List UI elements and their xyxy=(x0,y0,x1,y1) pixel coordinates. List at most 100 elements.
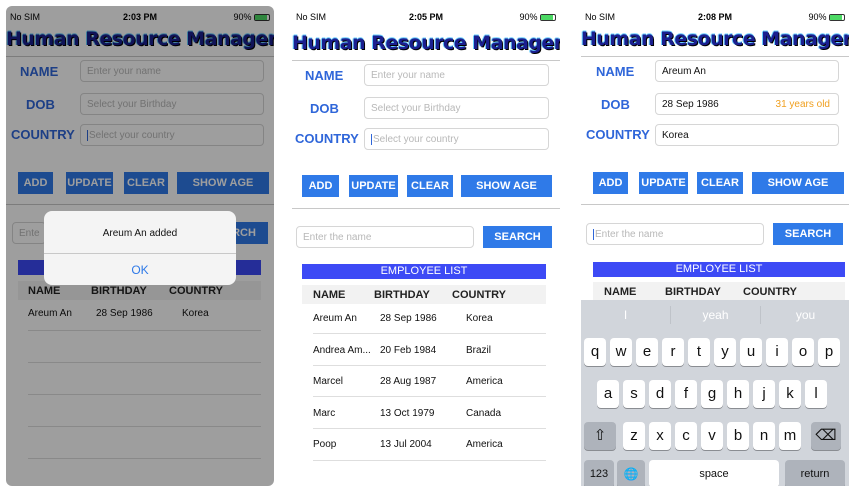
age-value: 31 years old xyxy=(775,99,830,110)
divider xyxy=(292,208,560,209)
name-field[interactable]: Enter your name xyxy=(364,64,549,86)
cell-country: America xyxy=(466,439,503,450)
key-w[interactable]: w xyxy=(610,338,632,366)
cell-birthday: 28 Aug 1987 xyxy=(380,376,437,387)
row-divider xyxy=(313,428,546,429)
shift-key[interactable]: ⇧ xyxy=(584,422,616,450)
table-header: NAME BIRTHDAY COUNTRY xyxy=(302,285,546,304)
key-s[interactable]: s xyxy=(623,380,645,408)
dob-field[interactable]: Select your Birthday xyxy=(364,97,549,119)
key-u[interactable]: u xyxy=(740,338,762,366)
key-v[interactable]: v xyxy=(701,422,723,450)
cell-birthday: 13 Oct 1979 xyxy=(380,408,435,419)
column-country: COUNTRY xyxy=(743,286,797,298)
search-input[interactable]: Enter the name xyxy=(586,223,764,245)
key-c[interactable]: c xyxy=(675,422,697,450)
return-key[interactable]: return xyxy=(785,460,845,486)
key-p[interactable]: p xyxy=(818,338,840,366)
alert-ok-button[interactable]: OK xyxy=(44,253,236,285)
globe-icon[interactable]: 🌐 xyxy=(617,460,645,486)
numbers-key[interactable]: 123 xyxy=(584,460,614,486)
search-button[interactable]: SEARCH xyxy=(483,226,552,248)
name-field[interactable]: Areum An xyxy=(655,60,839,82)
text-caret xyxy=(593,229,594,240)
battery-indicator: 90% xyxy=(808,12,845,22)
alert-message: Areum An added xyxy=(102,228,178,239)
cell-birthday: 28 Sep 1986 xyxy=(380,313,437,324)
key-n[interactable]: n xyxy=(753,422,775,450)
key-e[interactable]: e xyxy=(636,338,658,366)
search-input[interactable]: Enter the name xyxy=(296,226,474,248)
show-age-button[interactable]: SHOW AGE xyxy=(752,172,844,194)
key-a[interactable]: a xyxy=(597,380,619,408)
key-m[interactable]: m xyxy=(779,422,801,450)
status-bar: No SIM 2:08 PM 90% xyxy=(581,12,849,26)
row-divider xyxy=(313,396,546,397)
add-button[interactable]: ADD xyxy=(302,175,339,197)
cell-name: Marcel xyxy=(313,376,344,387)
show-age-button[interactable]: SHOW AGE xyxy=(461,175,552,197)
clear-button[interactable]: CLEAR xyxy=(697,172,743,194)
key-g[interactable]: g xyxy=(701,380,723,408)
text-caret xyxy=(371,134,372,145)
dob-value: 28 Sep 1986 xyxy=(662,99,719,110)
key-t[interactable]: t xyxy=(688,338,710,366)
name-label: NAME xyxy=(305,68,344,83)
key-k[interactable]: k xyxy=(779,380,801,408)
key-f[interactable]: f xyxy=(675,380,697,408)
employee-list-header: EMPLOYEE LIST xyxy=(302,264,546,279)
update-button[interactable]: UPDATE xyxy=(349,175,398,197)
clear-button[interactable]: CLEAR xyxy=(407,175,453,197)
key-h[interactable]: h xyxy=(727,380,749,408)
search-button[interactable]: SEARCH xyxy=(773,223,843,245)
suggestion-2[interactable]: yeah xyxy=(671,308,760,322)
cell-name: Marc xyxy=(313,408,336,419)
row-divider xyxy=(313,333,546,334)
divider xyxy=(292,60,560,61)
status-bar: No SIM 2:05 PM 90% xyxy=(292,12,560,26)
update-button[interactable]: UPDATE xyxy=(639,172,688,194)
space-key[interactable]: space xyxy=(649,460,779,486)
key-q[interactable]: q xyxy=(584,338,606,366)
key-i[interactable]: i xyxy=(766,338,788,366)
divider xyxy=(581,204,849,205)
key-d[interactable]: d xyxy=(649,380,671,408)
key-z[interactable]: z xyxy=(623,422,645,450)
country-field[interactable]: Korea xyxy=(655,124,839,146)
row-divider xyxy=(313,365,546,366)
country-field[interactable]: Select your country xyxy=(364,128,549,150)
column-name: NAME xyxy=(313,289,346,301)
alert-dialog: Areum An added OK xyxy=(44,211,236,285)
row-divider xyxy=(313,460,546,461)
screen-1: No SIM 2:03 PM 90% Human Resource Manage… xyxy=(6,6,274,486)
keyboard: I yeah you q w e r t y u i o p a s d f g… xyxy=(581,300,849,486)
screen-3: No SIM 2:08 PM 90% Human Resource Manage… xyxy=(581,6,849,486)
cell-birthday: 13 Jul 2004 xyxy=(380,439,432,450)
cell-birthday: 20 Feb 1984 xyxy=(380,345,437,356)
key-y[interactable]: y xyxy=(714,338,736,366)
battery-icon xyxy=(829,14,845,22)
battery-icon xyxy=(540,14,556,22)
app-title: Human Resource Management xyxy=(292,32,560,54)
key-r[interactable]: r xyxy=(662,338,684,366)
cell-name: Areum An xyxy=(313,313,357,324)
suggestion-1[interactable]: I xyxy=(581,308,670,322)
key-x[interactable]: x xyxy=(649,422,671,450)
table-header: NAME BIRTHDAY COUNTRY xyxy=(593,282,845,301)
key-b[interactable]: b xyxy=(727,422,749,450)
column-birthday: BIRTHDAY xyxy=(374,289,430,301)
add-button[interactable]: ADD xyxy=(593,172,628,194)
battery-indicator: 90% xyxy=(519,12,556,22)
country-label: COUNTRY xyxy=(586,127,650,142)
key-l[interactable]: l xyxy=(805,380,827,408)
column-birthday: BIRTHDAY xyxy=(665,286,721,298)
backspace-key[interactable]: ⌫ xyxy=(811,422,841,450)
dob-field[interactable]: 28 Sep 1986 31 years old xyxy=(655,93,839,115)
cell-name: Poop xyxy=(313,439,337,450)
screen-2: No SIM 2:05 PM 90% Human Resource Manage… xyxy=(292,6,560,486)
country-label: COUNTRY xyxy=(295,131,359,146)
column-country: COUNTRY xyxy=(452,289,506,301)
key-j[interactable]: j xyxy=(753,380,775,408)
key-o[interactable]: o xyxy=(792,338,814,366)
suggestion-3[interactable]: you xyxy=(761,308,849,322)
